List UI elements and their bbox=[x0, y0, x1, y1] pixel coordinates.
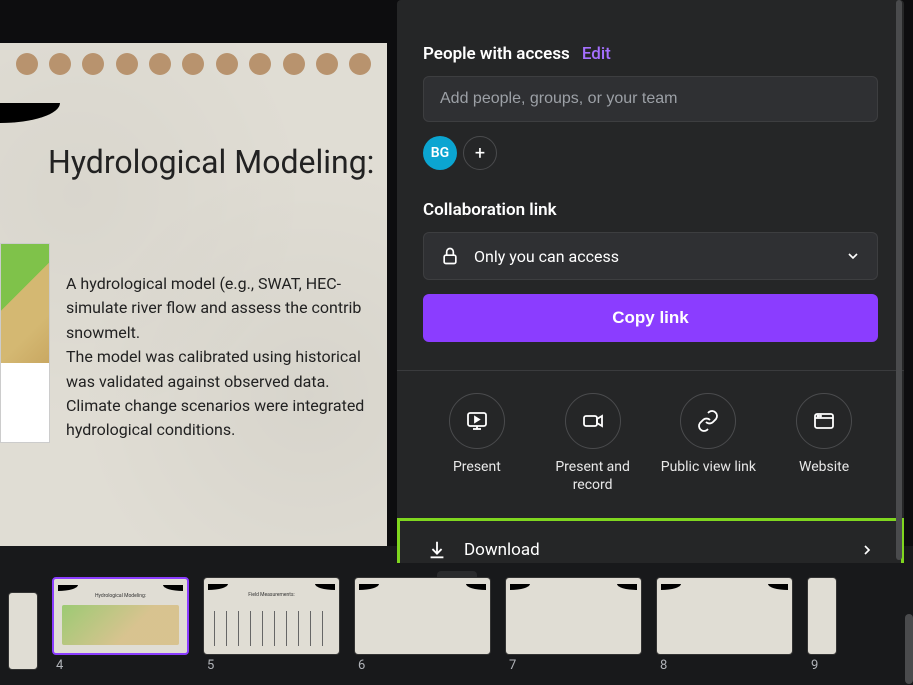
chevron-right-icon bbox=[859, 542, 875, 558]
slide-body: A hydrological model (e.g., SWAT, HEC- s… bbox=[66, 273, 387, 444]
slide-thumbnail[interactable]: 7 bbox=[505, 577, 642, 673]
slide-thumbnail[interactable]: Hydrological Modeling: 4 bbox=[52, 577, 189, 673]
collab-link-label: Collaboration link bbox=[423, 200, 878, 220]
public-link-action[interactable]: Public view link bbox=[658, 393, 758, 494]
slide-binding bbox=[0, 53, 387, 83]
thumbnail-strip: Hydrological Modeling: 4 Field Measureme… bbox=[0, 563, 913, 685]
slide-figure bbox=[0, 243, 50, 443]
website-icon bbox=[812, 409, 836, 433]
present-action[interactable]: Present bbox=[427, 393, 527, 494]
add-people-input[interactable] bbox=[423, 76, 878, 122]
present-icon bbox=[465, 409, 489, 433]
access-level-dropdown[interactable]: Only you can access bbox=[423, 232, 878, 280]
current-slide: Hydrological Modeling: A hydrological mo… bbox=[0, 43, 387, 546]
slide-title: Hydrological Modeling: bbox=[48, 143, 374, 181]
website-action[interactable]: Website bbox=[774, 393, 874, 494]
divider bbox=[397, 370, 904, 371]
lock-icon bbox=[440, 246, 460, 266]
slide-thumbnail[interactable]: 9 bbox=[807, 577, 837, 673]
panel-scrollbar[interactable] bbox=[896, 0, 902, 560]
slide-thumbnail[interactable]: Field Measurements: 5 bbox=[203, 577, 340, 673]
chevron-down-icon bbox=[845, 248, 861, 264]
slide-thumbnail[interactable] bbox=[8, 592, 38, 673]
people-access-label: People with access bbox=[423, 44, 570, 64]
slide-decoration bbox=[0, 103, 60, 123]
present-record-action[interactable]: Present and record bbox=[543, 393, 643, 494]
access-level-text: Only you can access bbox=[474, 247, 831, 266]
slide-thumbnail[interactable]: 6 bbox=[354, 577, 491, 673]
slide-thumbnail[interactable]: 8 bbox=[656, 577, 793, 673]
edit-access-link[interactable]: Edit bbox=[582, 44, 611, 64]
outer-scrollbar[interactable] bbox=[905, 614, 913, 684]
copy-link-button[interactable]: Copy link bbox=[423, 294, 878, 342]
video-icon bbox=[581, 409, 605, 433]
avatar-row: BG + bbox=[423, 136, 878, 170]
download-label: Download bbox=[464, 540, 843, 560]
share-actions-row: Present Present and record bbox=[423, 393, 878, 494]
avatar[interactable]: BG bbox=[423, 136, 457, 170]
link-icon bbox=[696, 409, 720, 433]
access-header: People with access Edit bbox=[423, 44, 878, 64]
download-icon bbox=[426, 539, 448, 561]
add-person-button[interactable]: + bbox=[463, 136, 497, 170]
